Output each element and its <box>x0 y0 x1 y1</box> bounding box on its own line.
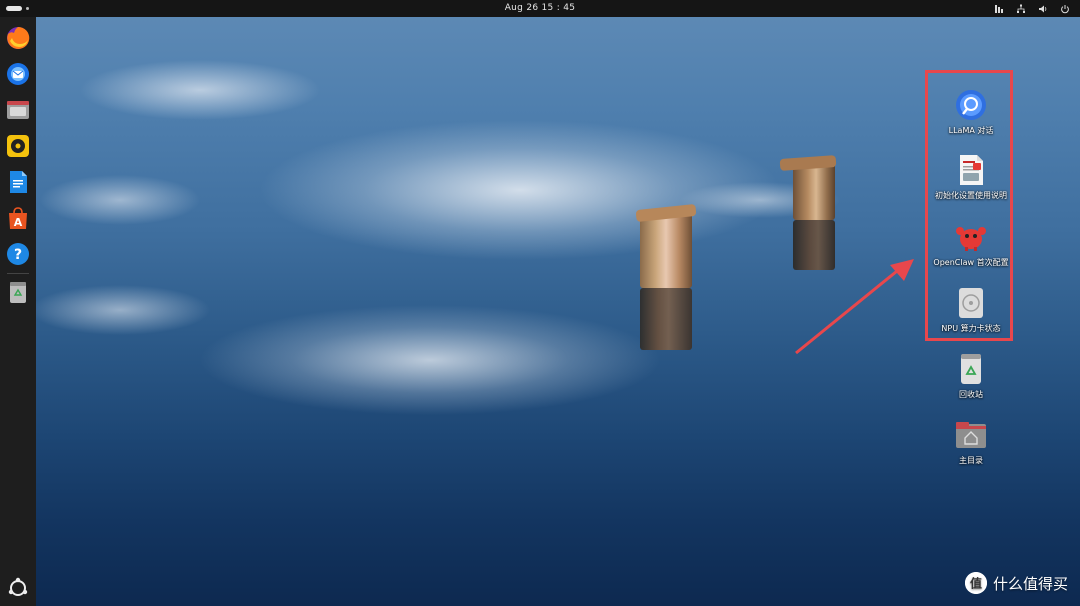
firefox-icon[interactable] <box>5 25 31 51</box>
power-icon[interactable] <box>1060 4 1070 14</box>
system-tray[interactable] <box>994 0 1070 17</box>
desktop-icon-label: NPU 算力卡状态 <box>941 324 1001 333</box>
accessibility-icon[interactable] <box>994 4 1004 14</box>
desktop-icon-setup-guide[interactable]: 初始化设置使用说明 <box>926 153 1016 201</box>
svg-text:?: ? <box>14 247 22 263</box>
writer-icon[interactable] <box>5 169 31 195</box>
water-post <box>793 162 835 220</box>
desktop-icon-llama-chat[interactable]: LLaMA 对话 <box>926 88 1016 136</box>
trash-icon <box>954 352 988 386</box>
home-folder-icon <box>954 418 988 452</box>
app-center-icon[interactable]: A <box>5 205 31 231</box>
trash-icon[interactable] <box>5 279 31 305</box>
pointer-arrow <box>795 259 914 355</box>
rhythmbox-icon[interactable] <box>5 133 31 159</box>
dock-separator <box>7 273 29 274</box>
watermark-logo-text: 值 <box>970 576 982 591</box>
openclaw-icon <box>954 220 988 254</box>
desktop-icon-home[interactable]: 主目录 <box>926 418 1016 466</box>
top-bar: Aug 26 15 : 45 <box>0 0 1080 17</box>
water-post <box>640 212 692 288</box>
desktop-icon-label: 初始化设置使用说明 <box>935 191 1007 200</box>
desktop-icon-trash[interactable]: 回收站 <box>926 352 1016 400</box>
show-apps-icon[interactable] <box>5 575 31 601</box>
desktop-icon-label: LLaMA 对话 <box>948 126 994 135</box>
desktop-icon-npu-status[interactable]: NPU 算力卡状态 <box>926 286 1016 334</box>
thunderbird-icon[interactable] <box>5 61 31 87</box>
desktop-icon-openclaw-setup[interactable]: OpenClaw 首次配置 <box>926 220 1016 268</box>
files-icon[interactable] <box>5 97 31 123</box>
network-icon[interactable] <box>1016 4 1026 14</box>
desktop-icon-label: 回收站 <box>959 390 983 399</box>
clock[interactable]: Aug 26 15 : 45 <box>0 0 1080 17</box>
watermark-text: 什么值得买 <box>992 574 1068 593</box>
desktop-icon-label: OpenClaw 首次配置 <box>933 258 1009 267</box>
disk-icon <box>954 286 988 320</box>
help-icon[interactable]: ? <box>5 241 31 267</box>
dock: A ? <box>0 17 36 606</box>
document-icon <box>954 153 988 187</box>
watermark: 值 什么值得买 <box>964 572 1068 594</box>
smzdm-logo-icon: 值 <box>964 572 987 594</box>
llama-chat-icon <box>954 88 988 122</box>
desktop-icon-label: 主目录 <box>959 456 983 465</box>
volume-icon[interactable] <box>1038 4 1048 14</box>
svg-text:A: A <box>14 216 23 229</box>
water-post-reflection <box>640 288 692 350</box>
